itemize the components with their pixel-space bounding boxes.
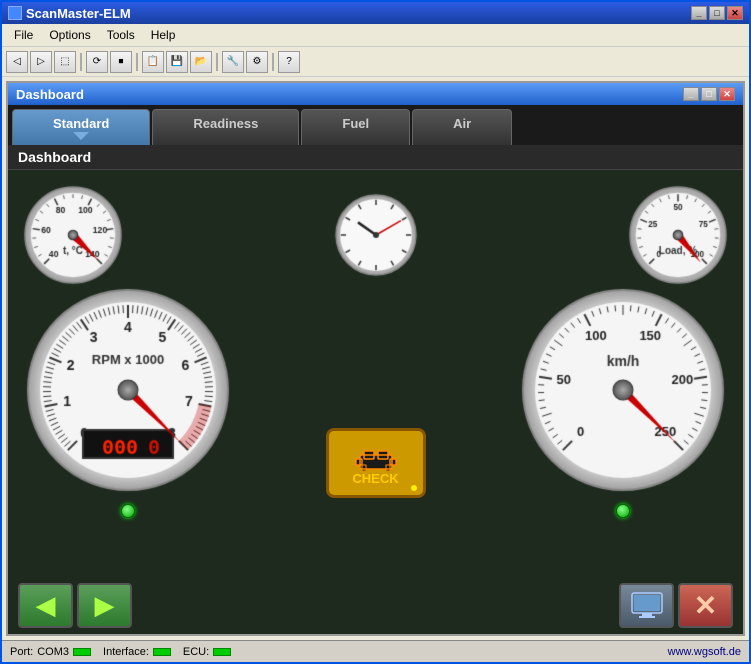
tab-active-indicator [73,132,89,140]
back-icon: ◀ [36,590,56,621]
menu-file[interactable]: File [6,26,41,44]
toolbar-btn-6[interactable]: 📋 [142,51,164,73]
close-icon: ✕ [694,589,717,622]
status-port: Port: COM3 [10,646,91,658]
toolbar-btn-8[interactable]: 📂 [190,51,212,73]
interface-label: Interface: [103,646,149,658]
forward-icon: ▶ [95,590,115,621]
tabs-bar: Standard Readiness Fuel Air [8,105,743,145]
dash-minimize-btn[interactable]: _ [683,87,699,101]
check-label: CHECK [352,471,398,486]
close-button[interactable]: ✕ [678,583,733,628]
toolbar-sep-2 [136,53,138,71]
toolbar: ◁ ▷ ⬚ ⟳ ⏹ 📋 💾 📂 🔧 ⚙ ? [2,47,749,77]
toolbar-btn-1[interactable]: ◁ [6,51,28,73]
menubar: File Options Tools Help [2,24,749,47]
dash-title: Dashboard [16,87,84,102]
ecu-led [213,648,231,656]
toolbar-btn-7[interactable]: 💾 [166,51,188,73]
speed-led [616,504,630,518]
toolbar-btn-9[interactable]: 🔧 [222,51,244,73]
tab-readiness[interactable]: Readiness [152,109,299,145]
port-label: Port: [10,646,33,658]
ecu-label: ECU: [183,646,209,658]
menu-tools[interactable]: Tools [99,26,143,44]
check-dot [411,485,417,491]
dash-titlebar: Dashboard _ □ ✕ [8,83,743,105]
toolbar-btn-11[interactable]: ? [278,51,300,73]
check-engine-light: CHECK [326,428,426,498]
dashboard-window: Dashboard _ □ ✕ Standard Readiness Fuel … [6,81,745,636]
back-button[interactable]: ◀ [18,583,73,628]
app-minimize-btn[interactable]: _ [691,6,707,20]
monitor-button[interactable] [619,583,674,628]
app-title-text: ScanMaster-ELM [26,6,131,21]
app-win-controls: _ □ ✕ [691,6,743,20]
app-icon [8,6,22,20]
menu-options[interactable]: Options [41,26,98,44]
engine-icon [352,441,400,471]
port-value: COM3 [37,646,69,658]
dash-maximize-btn[interactable]: □ [701,87,717,101]
dash-close-btn[interactable]: ✕ [719,87,735,101]
app-titlebar: ScanMaster-ELM _ □ ✕ [2,2,749,24]
tab-fuel[interactable]: Fuel [301,109,410,145]
gauges-bottom-row: CHECK [18,280,733,518]
tab-standard[interactable]: Standard [12,109,150,145]
status-interface: Interface: [103,646,171,658]
toolbar-btn-5[interactable]: ⏹ [110,51,132,73]
app-title: ScanMaster-ELM [8,6,131,21]
app-maximize-btn[interactable]: □ [709,6,725,20]
status-website: www.wgsoft.de [668,646,741,658]
nav-right: ✕ [619,583,733,628]
toolbar-sep-3 [216,53,218,71]
app-window: ScanMaster-ELM _ □ ✕ File Options Tools … [0,0,751,664]
speed-gauge [513,280,733,518]
toolbar-btn-2[interactable]: ▷ [30,51,52,73]
toolbar-btn-10[interactable]: ⚙ [246,51,268,73]
toolbar-btn-3[interactable]: ⬚ [54,51,76,73]
gauge-area: CHECK [8,170,743,577]
rpm-gauge [18,280,238,518]
nav-buttons: ◀ ▶ ✕ [8,577,743,634]
app-close-btn[interactable]: ✕ [727,6,743,20]
gauges-top-row [18,180,733,290]
nav-left: ◀ ▶ [18,583,132,628]
clock-gauge [331,190,421,280]
forward-button[interactable]: ▶ [77,583,132,628]
statusbar: Port: COM3 Interface: ECU: www.wgsoft.de [2,640,749,662]
port-led [73,648,91,656]
toolbar-btn-4[interactable]: ⟳ [86,51,108,73]
status-ecu: ECU: [183,646,231,658]
tab-air[interactable]: Air [412,109,512,145]
status-left: Port: COM3 Interface: ECU: [10,646,231,658]
rpm-led [121,504,135,518]
temp-gauge [18,180,128,290]
dash-win-controls: _ □ ✕ [683,87,735,101]
menu-help[interactable]: Help [143,26,184,44]
dash-section-label: Dashboard [8,145,743,170]
toolbar-sep-1 [80,53,82,71]
monitor-icon [631,592,663,620]
load-gauge [623,180,733,290]
toolbar-sep-4 [272,53,274,71]
interface-led [153,648,171,656]
